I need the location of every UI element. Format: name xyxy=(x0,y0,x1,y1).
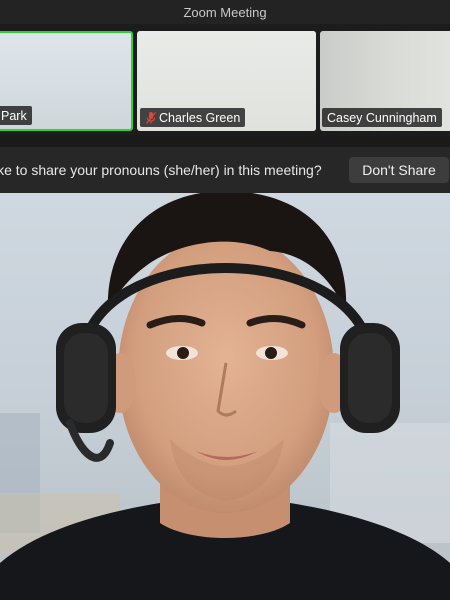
dont-share-button[interactable]: Don't Share xyxy=(349,157,449,183)
window-title-bar: Zoom Meeting xyxy=(0,0,450,24)
pronoun-share-prompt: ike to share your pronouns (she/her) in … xyxy=(0,162,322,178)
participant-tile-casey-cunningham[interactable]: Casey Cunningham xyxy=(320,31,450,131)
participant-name: Park xyxy=(1,108,27,123)
participant-name: Charles Green xyxy=(159,110,241,125)
participant-strip: Park Charles Green Casey Cunningham xyxy=(0,24,450,136)
participant-name-badge: Park xyxy=(0,106,32,125)
participant-name-badge: Casey Cunningham xyxy=(322,108,442,127)
muted-mic-icon xyxy=(145,111,157,124)
participant-name: Casey Cunningham xyxy=(327,110,437,125)
participant-tile-park[interactable]: Park xyxy=(0,31,133,131)
participant-name-badge: Charles Green xyxy=(140,108,246,127)
active-speaker-video xyxy=(0,193,450,600)
pronoun-share-banner: ike to share your pronouns (she/her) in … xyxy=(0,147,450,193)
speaker-video-image xyxy=(0,193,450,600)
participant-tile-charles-green[interactable]: Charles Green xyxy=(137,31,316,131)
window-title: Zoom Meeting xyxy=(183,4,267,20)
